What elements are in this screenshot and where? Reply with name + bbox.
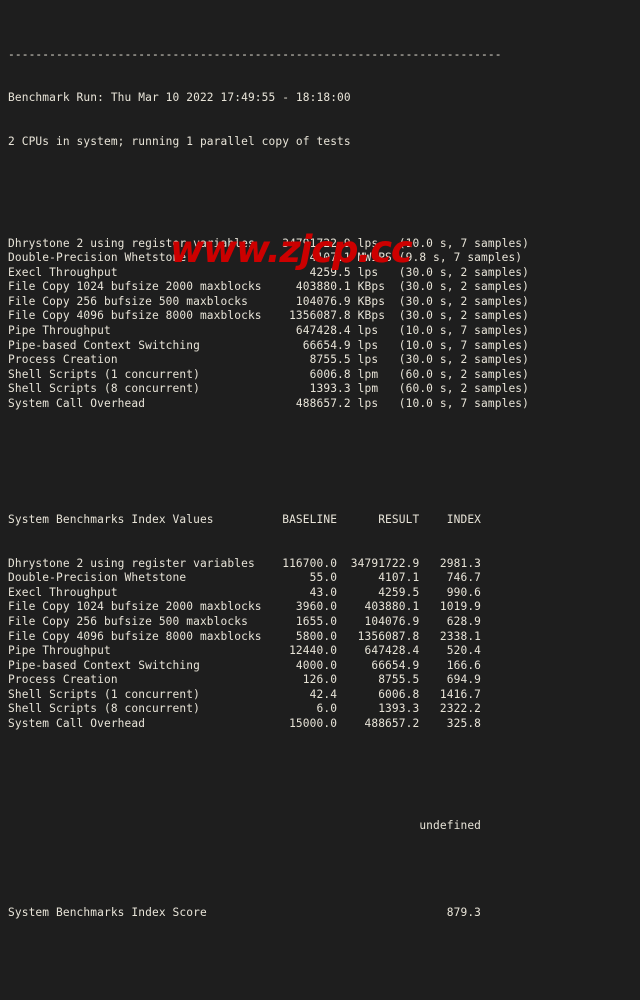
index-row: File Copy 4096 bufsize 8000 maxblocks 58… — [8, 629, 482, 643]
index-row: Shell Scripts (8 concurrent) 6.0 1393.3 … — [8, 702, 482, 716]
index-row: Shell Scripts (1 concurrent) 42.4 6006.8… — [8, 687, 482, 701]
results-block: Dhrystone 2 using register variables 347… — [8, 237, 640, 412]
index-row: File Copy 1024 bufsize 2000 maxblocks 39… — [8, 600, 482, 614]
index-row: Process Creation 126.0 8755.5 694.9 — [8, 673, 482, 687]
terminal-output: ----------------------------------------… — [0, 0, 640, 919]
cpu-info-line: 2 CPUs in system; running 1 parallel cop… — [8, 134, 351, 148]
result-row: Shell Scripts (8 concurrent) 1393.3 lpm … — [8, 382, 530, 396]
index-row: File Copy 256 bufsize 500 maxblocks 1655… — [8, 614, 482, 628]
index-row: System Call Overhead 15000.0 488657.2 32… — [8, 716, 482, 730]
score-rule: undefined — [8, 818, 482, 832]
benchmark-run-line: Benchmark Run: Thu Mar 10 2022 17:49:55 … — [8, 91, 351, 105]
result-row: Execl Throughput 4259.5 lps (30.0 s, 2 s… — [8, 265, 530, 279]
index-row: Dhrystone 2 using register variables 116… — [8, 556, 482, 570]
result-row: File Copy 4096 bufsize 8000 maxblocks 13… — [8, 309, 530, 323]
index-table-header: System Benchmarks Index Values BASELINE … — [8, 513, 482, 527]
index-table-block: Dhrystone 2 using register variables 116… — [8, 557, 640, 732]
result-row: Process Creation 8755.5 lps (30.0 s, 2 s… — [8, 353, 530, 367]
index-row: Pipe-based Context Switching 4000.0 6665… — [8, 658, 482, 672]
index-row: Pipe Throughput 12440.0 647428.4 520.4 — [8, 644, 482, 658]
result-row: Dhrystone 2 using register variables 347… — [8, 236, 530, 250]
result-row: File Copy 256 bufsize 500 maxblocks 1040… — [8, 294, 530, 308]
result-row: Pipe-based Context Switching 66654.9 lps… — [8, 338, 530, 352]
result-row: Shell Scripts (1 concurrent) 6006.8 lpm … — [8, 367, 530, 381]
index-row: Execl Throughput 43.0 4259.5 990.6 — [8, 585, 482, 599]
result-row: File Copy 1024 bufsize 2000 maxblocks 40… — [8, 280, 530, 294]
separator-top: ----------------------------------------… — [8, 47, 502, 61]
index-row: Double-Precision Whetstone 55.0 4107.1 7… — [8, 571, 482, 585]
result-row: Pipe Throughput 647428.4 lps (10.0 s, 7 … — [8, 324, 530, 338]
result-row: Double-Precision Whetstone 4107.1 MWIPS … — [8, 251, 523, 265]
result-row: System Call Overhead 488657.2 lps (10.0 … — [8, 396, 530, 410]
index-score-line: System Benchmarks Index Score 879.3 — [8, 905, 482, 919]
